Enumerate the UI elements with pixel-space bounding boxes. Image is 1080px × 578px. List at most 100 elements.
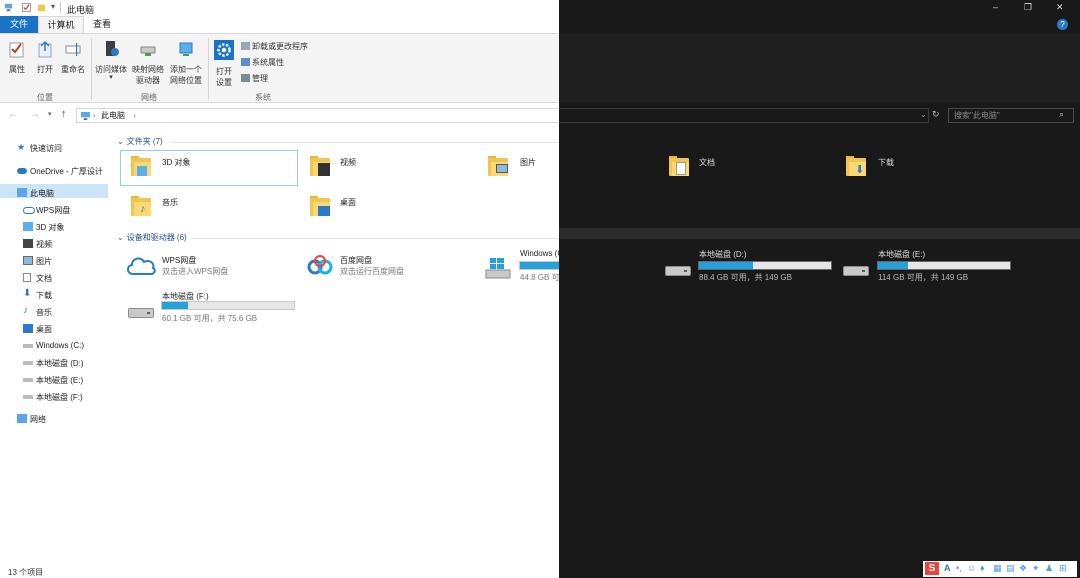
rename-button[interactable]: 重命名 — [59, 40, 87, 75]
sogou-logo-icon[interactable]: S — [925, 562, 939, 575]
properties-button[interactable]: 属性 — [5, 40, 29, 75]
tshirt-icon[interactable]: ♟ — [1045, 563, 1053, 575]
add-location-label-2: 网络位置 — [170, 76, 202, 85]
folder-icon[interactable]: ♪ — [131, 196, 151, 216]
properties-label: 属性 — [9, 65, 25, 74]
folder-label-downloads[interactable]: 下载 — [878, 157, 894, 168]
manage-icon — [241, 74, 250, 82]
folder-label-3d-objects[interactable]: 3D 对象 — [162, 157, 190, 168]
sidebar-item-3d-objects[interactable]: 3D 对象 — [23, 222, 64, 233]
dark-address-bar[interactable] — [559, 108, 929, 123]
sidebar-item-wps-drive[interactable]: WPS网盘 — [23, 205, 70, 216]
help-icon[interactable]: ? — [1057, 19, 1068, 30]
folder-icon[interactable] — [131, 156, 151, 176]
tab-view[interactable]: 查看 — [84, 16, 120, 33]
folder-icon[interactable] — [488, 156, 508, 176]
search-input[interactable]: 搜索"此电脑" — [948, 108, 1074, 123]
drive-name-c[interactable]: Windows (C:) — [520, 249, 559, 258]
sidebar-item-video[interactable]: 视频 — [23, 239, 52, 250]
sidebar-item-quick-access[interactable]: ★ 快速访问 — [17, 142, 62, 154]
sidebar-item-pictures[interactable]: 图片 — [23, 256, 52, 267]
keyboard-icon[interactable]: ▦ — [993, 563, 1002, 575]
properties-check-icon[interactable] — [22, 3, 31, 12]
punctuation-icon[interactable]: •, — [956, 563, 962, 575]
drive-icon — [23, 378, 33, 382]
sidebar-item-music[interactable]: ♪ 音乐 — [23, 305, 52, 318]
sidebar-item-drive-e[interactable]: 本地磁盘 (E:) — [23, 375, 84, 386]
drive-sub-c: 44.8 GB 可用，共 100 GB — [520, 273, 559, 282]
window-title: 此电脑 — [67, 5, 95, 15]
minimize-icon[interactable]: – — [993, 2, 998, 12]
sidebar-item-drive-f[interactable]: 本地磁盘 (F:) — [23, 392, 83, 403]
breadcrumb-this-pc[interactable]: 此电脑 — [101, 111, 125, 120]
drive-name-e[interactable]: 本地磁盘 (E:) — [878, 249, 925, 260]
section-header-devices[interactable]: ⌄ 设备和驱动器 (6) — [117, 232, 187, 243]
folder-label-desktop[interactable]: 桌面 — [340, 197, 356, 208]
restore-icon[interactable]: ❐ — [1024, 2, 1032, 13]
ribbon-tabs: 文件 计算机 查看 — [0, 16, 559, 33]
map-network-drive-button[interactable]: 映射网络 驱动器 — [130, 40, 166, 86]
dark-section-band — [559, 228, 1080, 239]
folder-icon[interactable]: ⬇ — [846, 156, 866, 176]
wps-cloud-icon[interactable] — [125, 253, 157, 277]
navigation-bar: ← → ▾ ↑ › 此电脑 › — [0, 106, 559, 126]
close-icon[interactable]: ✕ — [1056, 2, 1064, 13]
folder-icon[interactable] — [669, 156, 689, 176]
documents-icon — [676, 162, 686, 175]
windows-drive-icon[interactable] — [484, 256, 512, 280]
add-network-location-button[interactable]: 添加一个 网络位置 — [168, 40, 204, 86]
hard-drive-icon[interactable] — [843, 266, 869, 276]
folder-label-music[interactable]: 音乐 — [162, 197, 178, 208]
hard-drive-icon[interactable] — [128, 308, 154, 318]
drive-name-wps[interactable]: WPS网盘 — [162, 255, 196, 266]
sidebar-item-this-pc[interactable]: 此电脑 — [17, 188, 54, 199]
folder-icon[interactable] — [310, 156, 330, 176]
toolbox-icon[interactable]: ▤ — [1006, 563, 1015, 575]
manage-button[interactable]: 管理 — [241, 73, 268, 84]
sidebar-item-downloads[interactable]: ⬇ 下载 — [23, 288, 52, 301]
chevron-down-icon: ⌄ — [117, 233, 124, 242]
skin-icon[interactable]: ✦ — [1032, 563, 1040, 575]
uninstall-programs-button[interactable]: 卸载或更改程序 — [241, 41, 308, 52]
open-button[interactable]: 打开 — [33, 40, 57, 75]
new-folder-icon[interactable] — [37, 3, 46, 12]
microphone-icon[interactable]: ♦ — [980, 563, 985, 575]
address-dropdown-icon[interactable]: ⌄ — [920, 110, 927, 119]
folder-label-video[interactable]: 视频 — [340, 157, 356, 168]
hard-drive-icon[interactable] — [665, 266, 691, 276]
sidebar-item-onedrive[interactable]: OneDrive - 广厚设计 — [17, 166, 103, 177]
sidebar-item-documents[interactable]: 文档 — [23, 273, 52, 284]
refresh-icon[interactable]: ↻ — [932, 109, 940, 120]
open-settings-button[interactable]: 打开 设置 — [211, 40, 237, 88]
sidebar-item-desktop[interactable]: 桌面 — [23, 324, 52, 335]
access-media-button[interactable]: 访问媒体 ▾ — [94, 40, 128, 81]
computer-icon — [81, 112, 90, 120]
forward-arrow-icon[interactable]: → — [30, 109, 40, 120]
sidebar-item-drive-c[interactable]: Windows (C:) — [23, 341, 84, 350]
sidebar-label: 本地磁盘 (E:) — [36, 376, 84, 385]
section-header-folders[interactable]: ⌄ 文件夹 (7) — [117, 136, 163, 147]
folder-label-pictures[interactable]: 图片 — [520, 157, 536, 168]
open-icon — [38, 40, 52, 58]
folder-icon[interactable] — [310, 196, 330, 216]
sidebar-item-drive-d[interactable]: 本地磁盘 (D:) — [23, 358, 84, 369]
address-bar[interactable]: › 此电脑 › — [76, 108, 559, 123]
apps-grid-icon[interactable]: ⊞ — [1059, 563, 1067, 575]
emoji-icon[interactable]: ☺ — [967, 563, 976, 575]
tab-file[interactable]: 文件 — [0, 16, 38, 33]
drive-name-d[interactable]: 本地磁盘 (D:) — [699, 249, 747, 260]
quick-access-dropdown-icon[interactable]: ▾ — [51, 2, 55, 11]
ime-mode-icon[interactable]: A — [944, 563, 951, 575]
settings-icon[interactable]: ❖ — [1019, 563, 1027, 575]
video-icon — [23, 239, 33, 248]
rename-label: 重命名 — [61, 65, 85, 74]
sidebar-item-network[interactable]: 网络 — [17, 414, 46, 425]
folder-label-documents[interactable]: 文档 — [699, 157, 715, 168]
back-arrow-icon[interactable]: ← — [8, 109, 18, 120]
tab-computer[interactable]: 计算机 — [38, 16, 84, 33]
recent-dropdown-icon[interactable]: ▾ — [48, 110, 52, 118]
system-properties-button[interactable]: 系统属性 — [241, 57, 284, 68]
up-arrow-icon[interactable]: ↑ — [61, 108, 67, 120]
drive-name-baidu[interactable]: 百度网盘 — [340, 255, 372, 266]
baidu-netdisk-icon[interactable] — [306, 253, 334, 281]
